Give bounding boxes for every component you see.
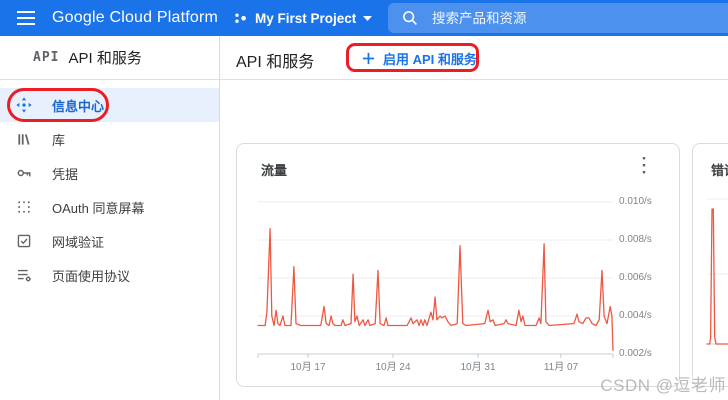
- sidebar-nav: 信息中心 库 凭据: [0, 88, 219, 292]
- traffic-chart: [237, 144, 681, 388]
- hamburger-menu-icon[interactable]: [17, 11, 35, 25]
- project-selector[interactable]: My First Project: [233, 0, 372, 36]
- x-axis-label: 10月 17: [290, 358, 325, 373]
- traffic-line: [258, 229, 613, 351]
- sidebar-title: API 和服务: [68, 47, 141, 68]
- sidebar-item-dashboard[interactable]: 信息中心: [0, 88, 219, 122]
- enable-apis-button-label: 启用 API 和服务: [383, 49, 477, 68]
- agreements-gear-icon: [16, 267, 32, 283]
- sidebar: API API 和服务 信息中心 库: [0, 36, 220, 400]
- sidebar-item-library[interactable]: 库: [0, 122, 219, 156]
- sidebar-item-domain-verification[interactable]: 网域验证: [0, 224, 219, 258]
- errors-chart: [693, 144, 728, 388]
- x-ticks: [308, 354, 561, 358]
- enable-apis-button[interactable]: 启用 API 和服务: [354, 44, 485, 72]
- domain-check-icon: [16, 233, 32, 249]
- x-axis-label: 10月 24: [375, 358, 410, 373]
- sidebar-item-label: 信息中心: [52, 96, 104, 115]
- traffic-card: 流量 0.010/s 0.008/s 0.006/s 0.004/s 0.002…: [236, 143, 680, 387]
- y-axis-label: 0.004/s: [619, 310, 675, 322]
- x-axis-label: 10月 31: [460, 358, 495, 373]
- sidebar-item-label: 库: [52, 130, 65, 149]
- sidebar-item-label: 凭据: [52, 164, 78, 183]
- y-axis-label: 0.006/s: [619, 272, 675, 284]
- search-bar[interactable]: [388, 3, 728, 33]
- gcp-console-window: Google Cloud Platform My First Project A…: [0, 0, 728, 400]
- y-axis-label: 0.002/s: [619, 348, 675, 360]
- caret-down-icon: [363, 16, 372, 21]
- top-app-bar: Google Cloud Platform My First Project: [0, 0, 728, 36]
- key-icon: [16, 165, 32, 181]
- errors-line: [707, 209, 728, 344]
- x-axis-label: 11月 07: [544, 358, 578, 373]
- sidebar-item-oauth-consent[interactable]: OAuth 同意屏幕: [0, 190, 219, 224]
- sidebar-item-label: 页面使用协议: [52, 266, 130, 285]
- sidebar-header: API API 和服务: [0, 36, 219, 80]
- project-name: My First Project: [255, 11, 356, 26]
- sidebar-item-label: OAuth 同意屏幕: [52, 198, 144, 217]
- dashboard-icon: [16, 97, 32, 113]
- project-switcher-icon: [233, 11, 248, 26]
- sidebar-item-label: 网域验证: [52, 232, 104, 251]
- oauth-dots-icon: [16, 199, 32, 215]
- library-icon: [16, 131, 32, 147]
- plus-icon: [362, 52, 375, 65]
- page-title: API 和服务: [236, 48, 314, 72]
- y-axis-label: 0.008/s: [619, 234, 675, 246]
- api-logo: API: [33, 50, 59, 65]
- errors-card: 错误: [692, 143, 728, 387]
- sidebar-item-page-usage-agreements[interactable]: 页面使用协议: [0, 258, 219, 292]
- y-axis-label: 0.010/s: [619, 196, 675, 208]
- page-header: API 和服务 启用 API 和服务: [220, 36, 728, 80]
- product-logo[interactable]: Google Cloud Platform: [52, 9, 218, 27]
- sidebar-item-credentials[interactable]: 凭据: [0, 156, 219, 190]
- watermark: CSDN @逗老师: [600, 371, 726, 396]
- search-icon: [402, 10, 418, 26]
- search-input[interactable]: [432, 11, 692, 26]
